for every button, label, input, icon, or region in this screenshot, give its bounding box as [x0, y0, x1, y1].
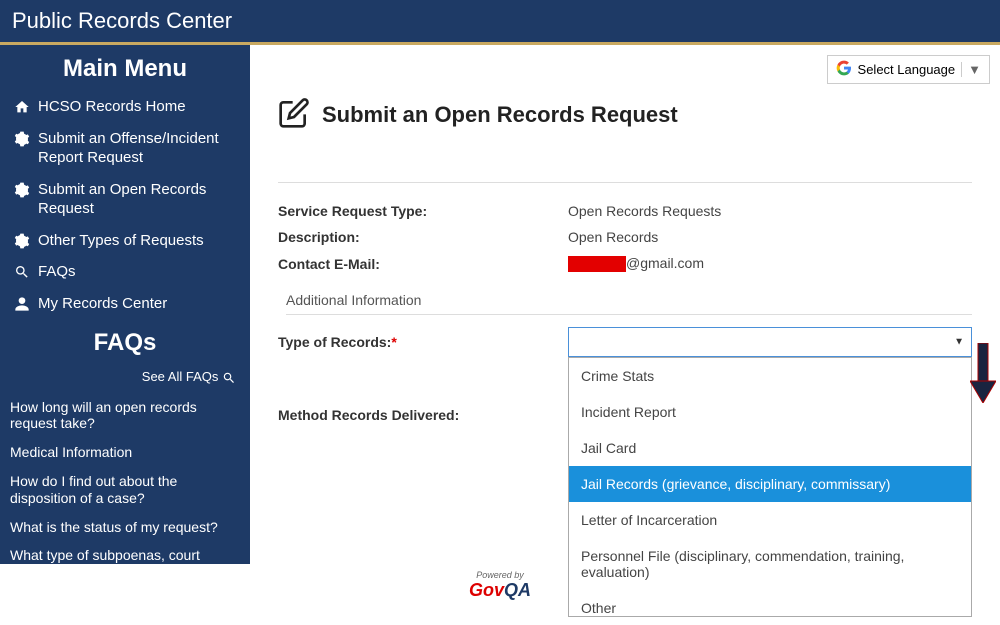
email-value: @gmail.com: [568, 255, 972, 272]
sidebar-item-home[interactable]: HCSO Records Home: [10, 91, 240, 123]
logo-gov: Gov: [469, 580, 504, 600]
dropdown-option[interactable]: Jail Card: [569, 430, 971, 466]
google-icon: [836, 60, 852, 79]
type-records-dropdown: Crime Stats Incident Report Jail Card Ja…: [568, 357, 972, 617]
user-icon: [14, 296, 30, 312]
email-suffix: @gmail.com: [626, 255, 704, 271]
sidebar-item-faqs[interactable]: FAQs: [10, 256, 240, 288]
logo-qa: QA: [504, 580, 531, 600]
type-records-select-wrapper: ▼ Crime Stats Incident Report Jail Card …: [568, 327, 972, 357]
dropdown-option-selected[interactable]: Jail Records (grievance, disciplinary, c…: [569, 466, 971, 502]
faq-item[interactable]: How long will an open records request ta…: [10, 393, 240, 439]
sidebar-item-offense-request[interactable]: Submit an Offense/Incident Report Reques…: [10, 123, 240, 174]
page-title: Submit an Open Records Request: [322, 102, 678, 128]
email-label: Contact E-Mail:: [278, 256, 568, 272]
type-records-select[interactable]: [568, 327, 972, 357]
sidebar-item-label: My Records Center: [38, 294, 167, 314]
form-row-email: Contact E-Mail: @gmail.com: [278, 255, 972, 272]
faq-item[interactable]: What is the status of my request?: [10, 513, 240, 542]
dropdown-option[interactable]: Letter of Incarceration: [569, 502, 971, 538]
dropdown-caret-icon: ▼: [961, 62, 981, 77]
required-asterisk: *: [391, 334, 396, 350]
app-header: Public Records Center: [0, 0, 1000, 42]
see-all-faqs-link[interactable]: See All FAQs: [0, 365, 250, 393]
page-title-row: Submit an Open Records Request: [278, 97, 972, 132]
form-row-type-records: Type of Records:* ▼ Crime Stats Incident…: [278, 327, 972, 357]
language-label: Select Language: [858, 62, 956, 77]
sidebar-item-my-records[interactable]: My Records Center: [10, 288, 240, 320]
sidebar-item-label: FAQs: [38, 262, 76, 282]
faq-item[interactable]: How do I find out about the disposition …: [10, 467, 240, 513]
sidebar-item-label: Other Types of Requests: [38, 231, 204, 251]
sidebar-item-open-records[interactable]: Submit an Open Records Request: [10, 174, 240, 225]
sidebar-item-label: HCSO Records Home: [38, 97, 186, 117]
search-icon: [222, 369, 236, 384]
description-value: Open Records: [568, 229, 972, 245]
additional-info-heading: Additional Information: [286, 292, 972, 315]
gear-icon: [14, 233, 30, 249]
main-content: Select Language ▼ Submit an Open Records…: [250, 45, 1000, 601]
sidebar-item-other-requests[interactable]: Other Types of Requests: [10, 225, 240, 257]
form-row-description: Description: Open Records: [278, 229, 972, 245]
gear-icon: [14, 182, 30, 198]
app-title: Public Records Center: [12, 8, 232, 33]
method-delivered-label: Method Records Delivered:: [278, 407, 568, 423]
service-type-value: Open Records Requests: [568, 203, 972, 219]
type-records-label: Type of Records:*: [278, 334, 568, 350]
sidebar: Main Menu HCSO Records Home Submit an Of…: [0, 45, 250, 601]
gear-icon: [14, 131, 30, 147]
form-row-service-type: Service Request Type: Open Records Reque…: [278, 203, 972, 219]
search-icon: [14, 264, 30, 280]
sidebar-nav: HCSO Records Home Submit an Offense/Inci…: [0, 91, 250, 319]
home-icon: [14, 99, 30, 115]
description-label: Description:: [278, 229, 568, 245]
service-type-label: Service Request Type:: [278, 203, 568, 219]
faqs-heading: FAQs: [0, 319, 250, 365]
sidebar-item-label: Submit an Open Records Request: [38, 180, 236, 219]
annotation-arrow-icon: [970, 343, 996, 406]
language-selector[interactable]: Select Language ▼: [827, 55, 990, 84]
form-section: Service Request Type: Open Records Reque…: [278, 182, 972, 423]
dropdown-option[interactable]: Other: [569, 590, 971, 617]
dropdown-option[interactable]: Personnel File (disciplinary, commendati…: [569, 538, 971, 590]
faq-item[interactable]: Medical Information: [10, 438, 240, 467]
dropdown-option[interactable]: Incident Report: [569, 394, 971, 430]
menu-heading: Main Menu: [0, 45, 250, 91]
sidebar-item-label: Submit an Offense/Incident Report Reques…: [38, 129, 236, 168]
see-all-label: See All FAQs: [142, 369, 219, 384]
edit-icon: [278, 97, 310, 132]
dropdown-option[interactable]: Crime Stats: [569, 358, 971, 394]
redacted-block: [568, 256, 626, 272]
